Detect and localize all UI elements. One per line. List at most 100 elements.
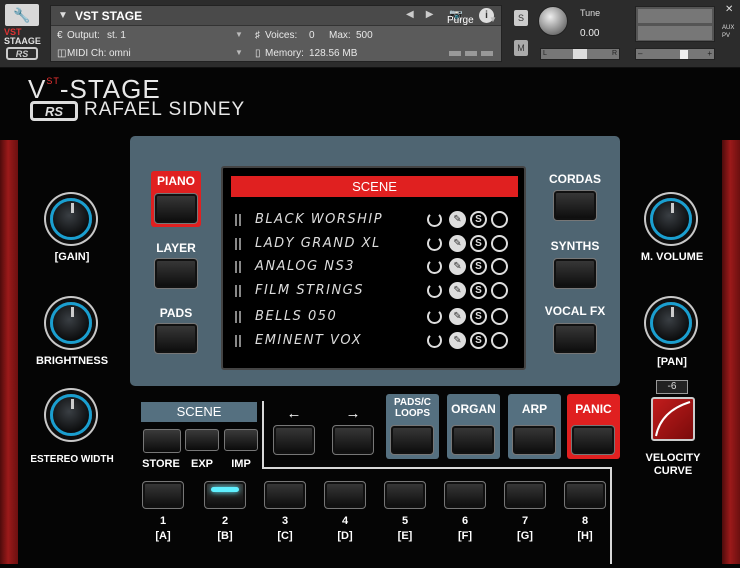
solo-icon[interactable]: S [470,235,487,252]
drag-handle-icon[interactable] [235,238,242,250]
scene-slot[interactable]: LADY GRAND XL ✎ S [235,234,515,254]
voices-value: 0 [309,30,315,41]
aux-label[interactable]: AUX [722,24,734,32]
pad-button-6[interactable] [444,481,486,509]
power-icon[interactable] [427,212,442,227]
organ-button[interactable] [451,425,495,455]
mute-icon[interactable] [491,235,508,252]
cordas-label: CORDAS [548,172,601,186]
cordas-button[interactable] [553,190,597,221]
pad-button-7[interactable] [504,481,546,509]
mute-button[interactable]: M [514,40,528,56]
tune-knob[interactable] [538,6,568,36]
instrument-title-row: ▼ VST STAGE ◀▶ 📷 i [51,6,501,26]
power-icon[interactable] [427,236,442,251]
solo-icon[interactable]: S [470,282,487,299]
mute-icon[interactable] [491,258,508,275]
piano-button[interactable] [154,193,198,224]
imp-button[interactable] [224,429,258,451]
master-volume-knob[interactable] [650,198,692,240]
slot-controls: ✎ S [427,332,517,350]
mute-icon[interactable] [491,282,508,299]
prev-button[interactable] [273,425,315,455]
collapse-icon[interactable]: ▼ [58,10,68,21]
volume-thumb[interactable] [680,50,688,59]
velocity-value[interactable]: -6 [656,380,688,394]
scene-slot[interactable]: BLACK WORSHIP ✎ S [235,210,515,230]
arp-label: ARP [521,402,548,416]
slot-name: EMINENT VOX [255,333,363,348]
gain-knob[interactable] [50,198,92,240]
brightness-knob[interactable] [50,302,92,344]
tune-value: 0.00 [580,28,600,39]
left-wood-rail [0,140,18,564]
layer-button[interactable] [154,258,198,289]
purge-dropdown[interactable]: Purge ▼ [443,9,501,26]
stereo-width-knob[interactable] [50,394,92,436]
edit-icon[interactable]: ✎ [449,235,466,252]
output-dropdown-icon[interactable]: ▼ [235,30,243,39]
scene-slot[interactable]: FILM STRINGS ✎ S [235,281,515,301]
arp-button[interactable] [512,425,556,455]
solo-icon[interactable]: S [470,308,487,325]
power-icon[interactable] [427,333,442,348]
store-button[interactable] [143,429,181,453]
mute-icon[interactable] [491,211,508,228]
pan-knob[interactable] [650,302,692,344]
pan-slider[interactable]: L R [540,48,620,60]
drag-handle-icon[interactable] [235,261,242,273]
next-button[interactable] [332,425,374,455]
solo-button[interactable]: S [514,10,528,26]
edit-icon[interactable]: ✎ [449,332,466,349]
midi-value[interactable]: omni [109,48,131,59]
power-icon[interactable] [427,309,442,324]
purge-dropdown-icon: ▼ [489,15,497,24]
pad-label-4: 4 [D] [324,514,366,544]
mute-icon[interactable] [491,308,508,325]
max-value[interactable]: 500 [356,30,373,41]
header-logo: VST STAAGE [4,28,41,46]
mute-icon[interactable] [491,332,508,349]
edit-icon[interactable]: ✎ [449,282,466,299]
pad-button-4[interactable] [324,481,366,509]
drag-handle-icon[interactable] [235,311,242,323]
scene-slot[interactable]: EMINENT VOX ✎ S [235,331,515,351]
velocity-curve-button[interactable] [651,397,695,441]
output-value[interactable]: st. 1 [107,30,126,41]
pad-button-2[interactable] [204,481,246,509]
pv-label[interactable]: PV [722,32,734,40]
edit-icon[interactable]: ✎ [449,258,466,275]
edit-icon[interactable]: ✎ [449,308,466,325]
solo-icon[interactable]: S [470,211,487,228]
divider-line-right [610,467,612,564]
pan-thumb[interactable] [573,49,587,59]
volume-slider[interactable]: – + [635,48,715,60]
pad-label-7: 7 [G] [504,514,546,544]
power-icon[interactable] [427,283,442,298]
drag-handle-icon[interactable] [235,285,242,297]
scene-slot[interactable]: BELLS 050 ✎ S [235,307,515,327]
pad-button-8[interactable] [564,481,606,509]
pads-button[interactable] [154,323,198,354]
instrument-header: ▼ VST STAGE ◀▶ 📷 i € Output: st. 1 ▼ ♯ V… [50,5,502,62]
solo-icon[interactable]: S [470,332,487,349]
drag-handle-icon[interactable] [235,335,242,347]
panic-button[interactable] [571,425,615,455]
pad-button-5[interactable] [384,481,426,509]
instrument-nav-arrows[interactable]: ◀▶ [406,9,445,20]
solo-icon[interactable]: S [470,258,487,275]
edit-icon[interactable]: ✎ [449,211,466,228]
vocal-fx-button[interactable] [553,323,597,354]
scene-slot[interactable]: ANALOG NS3 ✎ S [235,257,515,277]
exp-button[interactable] [185,429,219,451]
midi-dropdown-icon[interactable]: ▼ [235,48,243,57]
drag-handle-icon[interactable] [235,214,242,226]
power-icon[interactable] [427,259,442,274]
synths-button[interactable] [553,258,597,289]
pads-loops-button[interactable] [390,425,434,455]
wrench-icon[interactable]: 🔧 [5,4,39,26]
synths-label: SYNTHS [550,239,600,253]
close-icon[interactable]: ✕ [725,4,733,15]
pad-button-3[interactable] [264,481,306,509]
pad-button-1[interactable] [142,481,184,509]
